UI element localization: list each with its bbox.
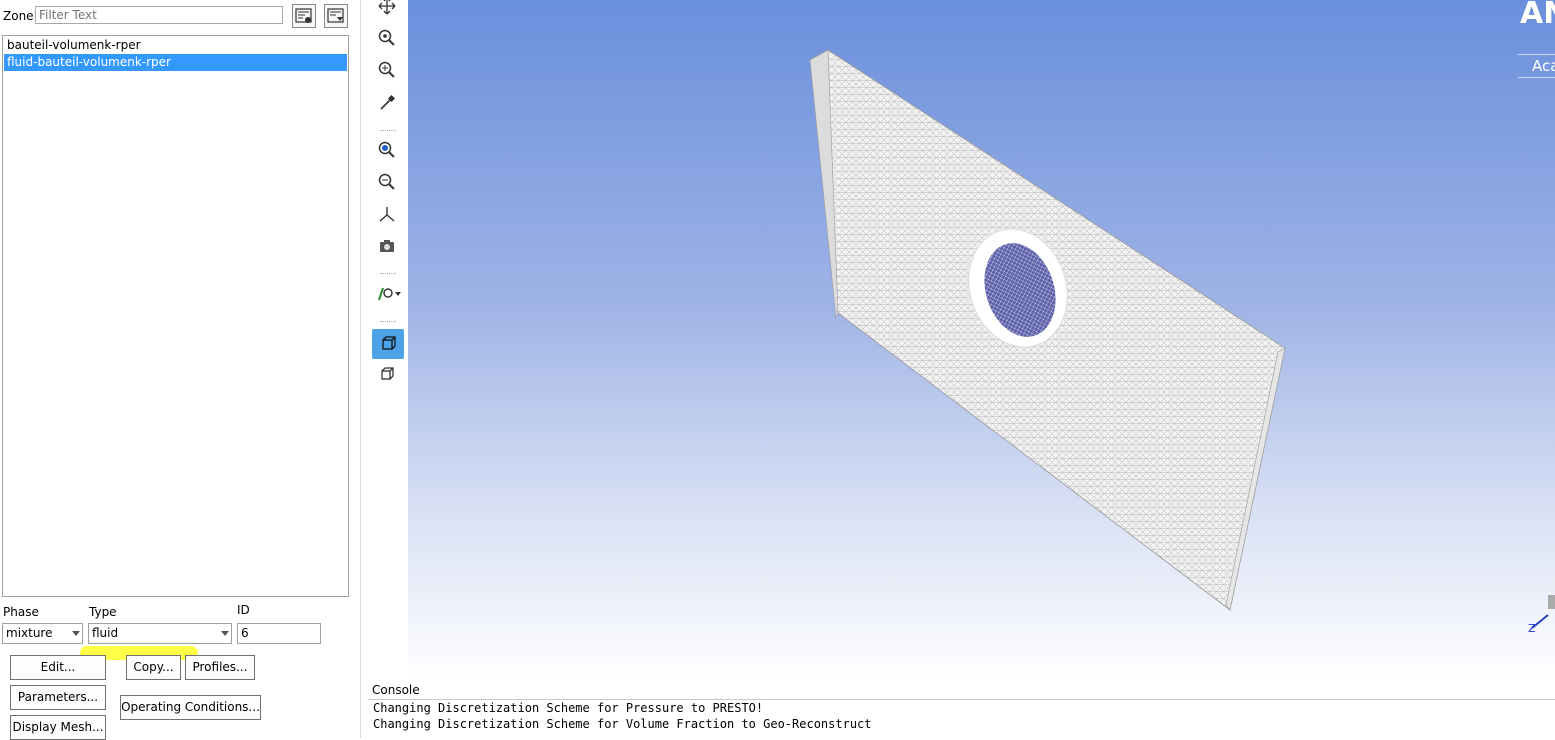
panel-divider[interactable]: [360, 0, 361, 738]
filter-options-button[interactable]: [292, 4, 316, 28]
brand-logo-text: AN: [1520, 0, 1555, 31]
orthographic-view-button[interactable]: [372, 329, 404, 359]
zoom-out-icon[interactable]: [374, 172, 400, 194]
zoom-fit-icon[interactable]: [374, 28, 400, 50]
phase-select[interactable]: mixture: [2, 623, 83, 644]
type-value: fluid: [92, 626, 119, 640]
graphics-window[interactable]: AN Aca Z: [408, 0, 1555, 680]
mesh-render: [809, 49, 1286, 611]
zone-list[interactable]: bauteil-volumenk-rper fluid-bauteil-volu…: [2, 35, 349, 597]
orthographic-view-icon: [382, 336, 396, 350]
id-value: 6: [241, 626, 249, 640]
display-mesh-button[interactable]: Display Mesh...: [10, 715, 106, 740]
zoom-to-area-icon[interactable]: [374, 140, 400, 162]
perspective-view-icon[interactable]: [374, 364, 400, 386]
operating-conditions-button[interactable]: Operating Conditions...: [120, 695, 261, 720]
console-output[interactable]: Changing Discretization Scheme for Press…: [368, 699, 1555, 739]
chevron-down-icon: [72, 631, 80, 636]
parameters-button[interactable]: Parameters...: [10, 685, 106, 710]
zone-panel: Zone bauteil-volumenk-rper fluid-bauteil…: [0, 0, 360, 740]
camera-icon[interactable]: [374, 236, 400, 258]
zone-filter-input[interactable]: [35, 6, 283, 24]
zone-label: Zone: [3, 9, 34, 23]
coordinate-triad-icon: Z: [1526, 590, 1555, 638]
profiles-button[interactable]: Profiles...: [185, 655, 255, 680]
type-label: Type: [89, 605, 117, 619]
list-view-button[interactable]: [324, 4, 348, 28]
graphics-toolbar: [367, 0, 408, 680]
probe-icon[interactable]: [374, 93, 400, 115]
zone-list-item-selected[interactable]: fluid-bauteil-volumenk-rper: [4, 54, 347, 71]
id-label: ID: [237, 603, 250, 617]
edit-button[interactable]: Edit...: [10, 655, 106, 680]
id-field[interactable]: 6: [237, 623, 321, 644]
toolbar-separator: [380, 321, 396, 323]
svg-text:Z: Z: [1528, 622, 1536, 635]
pan-icon[interactable]: [374, 0, 400, 18]
console-line: Changing Discretization Scheme for Press…: [373, 701, 764, 715]
copy-button[interactable]: Copy...: [126, 655, 181, 680]
brand-edition-text: Aca: [1518, 54, 1555, 78]
list-dropdown-icon: [327, 8, 344, 23]
type-select[interactable]: fluid: [88, 623, 232, 644]
list-settings-icon: [295, 8, 312, 23]
phase-label: Phase: [3, 605, 39, 619]
console-title: Console: [372, 683, 420, 697]
zoom-in-icon[interactable]: [374, 60, 400, 82]
console-line: Changing Discretization Scheme for Volum…: [373, 717, 872, 731]
chevron-down-icon: [221, 631, 229, 636]
view-options-icon[interactable]: [374, 284, 404, 306]
phase-value: mixture: [6, 626, 53, 640]
toolbar-separator: [380, 130, 396, 132]
axes-icon[interactable]: [374, 204, 400, 226]
toolbar-separator: [380, 273, 396, 275]
zone-list-item[interactable]: bauteil-volumenk-rper: [4, 37, 347, 54]
